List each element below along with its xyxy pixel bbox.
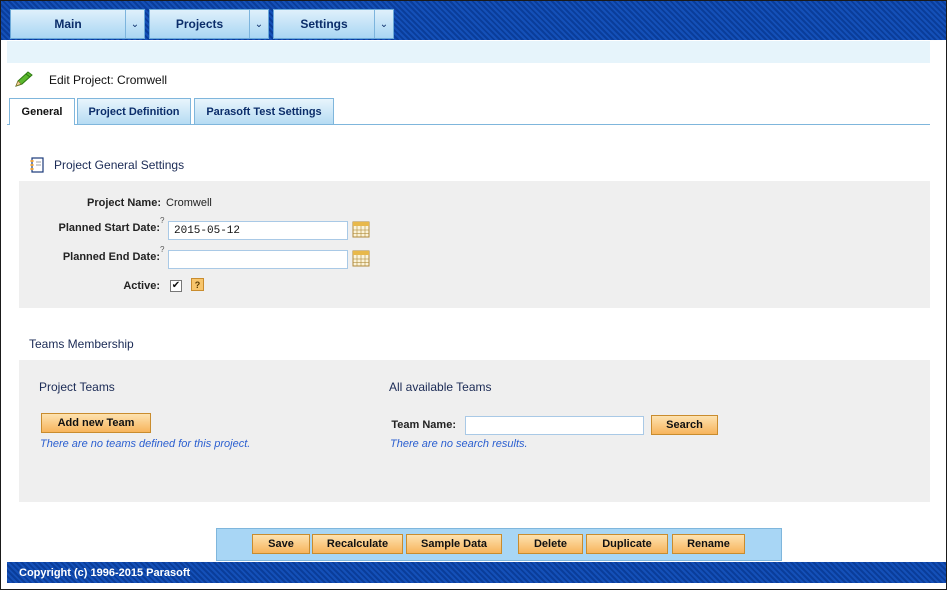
sub-nav-bar: [7, 41, 946, 63]
page-title-row: Edit Project: Cromwell: [13, 71, 167, 89]
copyright-text: Copyright (c) 1996-2015 Parasoft: [19, 566, 191, 579]
start-date-label: Planned Start Date:: [58, 222, 160, 234]
project-name-label: Project Name:: [87, 197, 161, 209]
page-title: Edit Project: Cromwell: [49, 73, 168, 87]
start-date-input[interactable]: [168, 221, 348, 240]
search-button[interactable]: Search: [651, 415, 718, 435]
duplicate-button[interactable]: Duplicate: [586, 534, 668, 554]
tab-project-definition[interactable]: Project Definition: [77, 98, 191, 124]
tab-general[interactable]: General: [9, 98, 75, 125]
end-date-label: Planned End Date:: [62, 251, 160, 263]
section-title-general-settings: Project General Settings: [54, 158, 185, 172]
team-name-label: Team Name:: [391, 419, 456, 431]
menu-projects-label: Projects: [175, 17, 224, 31]
help-superscript: ?: [160, 245, 165, 254]
help-icon[interactable]: ?: [191, 278, 204, 291]
available-teams-heading: All available Teams: [389, 380, 492, 394]
recalculate-button[interactable]: Recalculate: [312, 534, 403, 554]
project-teams-heading: Project Teams: [39, 380, 115, 394]
save-button[interactable]: Save: [252, 534, 310, 554]
delete-button[interactable]: Delete: [518, 534, 583, 554]
active-label: Active:: [123, 280, 160, 292]
help-superscript: ?: [160, 216, 165, 225]
footer-bar: Copyright (c) 1996-2015 Parasoft: [7, 562, 946, 583]
menu-settings-label: Settings: [300, 17, 348, 31]
project-name-value: Cromwell: [166, 197, 212, 209]
rename-button[interactable]: Rename: [672, 534, 745, 554]
active-checkbox[interactable]: ✔: [170, 280, 182, 292]
team-name-input[interactable]: [465, 416, 644, 435]
menu-main-label: Main: [54, 17, 82, 31]
notebook-icon: [30, 157, 44, 173]
end-date-input[interactable]: [168, 250, 348, 269]
chevron-down-icon[interactable]: ⌄: [249, 10, 268, 38]
sample-data-button[interactable]: Sample Data: [406, 534, 502, 554]
section-title-teams: Teams Membership: [29, 337, 134, 351]
menu-projects[interactable]: Projects ⌄: [149, 9, 269, 39]
no-search-results-note: There are no search results.: [390, 438, 528, 450]
chevron-down-icon[interactable]: ⌄: [374, 10, 393, 38]
right-gutter: [930, 41, 946, 563]
tab-parasoft-test-settings[interactable]: Parasoft Test Settings: [194, 98, 334, 124]
chevron-down-icon[interactable]: ⌄: [125, 10, 144, 38]
calendar-icon[interactable]: [352, 250, 370, 267]
add-new-team-button[interactable]: Add new Team: [41, 413, 151, 433]
no-teams-note: There are no teams defined for this proj…: [40, 438, 251, 450]
menu-main[interactable]: Main ⌄: [10, 9, 145, 39]
pencil-icon: [15, 71, 33, 87]
menu-settings[interactable]: Settings ⌄: [273, 9, 394, 39]
app-window: Main ⌄ Projects ⌄ Settings ⌄ Edit Projec…: [0, 0, 947, 590]
calendar-icon[interactable]: [352, 221, 370, 238]
